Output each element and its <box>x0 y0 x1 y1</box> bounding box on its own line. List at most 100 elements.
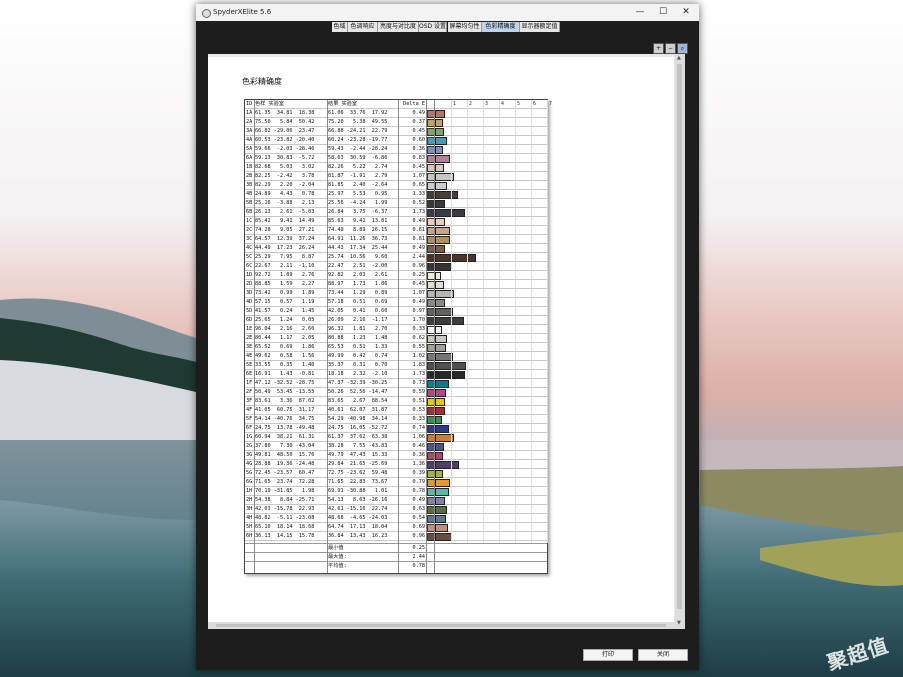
row-delta-e: 1.02 <box>412 353 426 359</box>
grid-line <box>547 100 548 543</box>
grid-line <box>467 100 468 543</box>
report-title: 色彩精确度 <box>242 77 282 86</box>
delta-e-bar <box>435 272 441 280</box>
row-delta-e: 0.45 <box>412 281 426 287</box>
summary-label: 最小值 <box>328 545 344 551</box>
tab-display-rating[interactable]: 显示器额定值 <box>520 22 560 32</box>
row-delta-e: 0.54 <box>412 515 426 521</box>
row-measured: 64.74 17.13 18.04 <box>328 524 388 530</box>
report-viewer[interactable]: 色彩精确度 ID 色样 实验室 结果 实验室 Delta E 1 2 3 4 5… <box>208 54 685 629</box>
axis-tick: 7 <box>549 101 553 107</box>
row-reference: 57.15 0.57 1.19 <box>255 299 315 305</box>
close-button[interactable]: 关闭 <box>638 649 688 661</box>
table-row: 3F 83.61 3.36 87.02 83.65 2.67 88.54 0.51 <box>245 397 547 406</box>
delta-e-bar <box>435 218 445 226</box>
row-id: 1F <box>246 380 253 386</box>
row-delta-e: 1.73 <box>412 209 426 215</box>
header-delta-e: Delta E <box>403 101 425 107</box>
window-title: SpyderXElite 5.6 <box>213 8 272 16</box>
zoom-in-icon[interactable]: + <box>653 43 664 54</box>
print-button[interactable]: 打印 <box>583 649 633 661</box>
delta-e-bar <box>435 245 445 253</box>
close-window-button[interactable]: ✕ <box>676 7 696 18</box>
scroll-down-icon[interactable]: ▼ <box>677 620 681 626</box>
row-delta-e: 0.45 <box>412 128 426 134</box>
row-measured: 59.43 -2.44 -28.24 <box>328 146 388 152</box>
summary-row: 最小值 0.25 <box>245 543 547 552</box>
vertical-scrollbar[interactable]: ▲ ▼ <box>675 54 685 629</box>
delta-e-bar <box>435 137 447 145</box>
table-row: 5F 54.14 -40.76 34.75 54.29 -40.98 34.14 0.… <box>245 415 547 424</box>
row-id: 3D <box>246 290 253 296</box>
row-id: 6D <box>246 317 253 323</box>
tab-brightness-contrast[interactable]: 亮度与对比度 <box>378 22 419 32</box>
tab-uniformity[interactable]: 屏幕均匀性 <box>448 22 482 32</box>
row-reference: 41.05 60.75 31.17 <box>255 407 315 413</box>
maximize-button[interactable]: ☐ <box>653 7 673 18</box>
vertical-scroll-thumb[interactable] <box>677 64 682 609</box>
row-delta-e: 1.06 <box>412 434 426 440</box>
row-id: 1H <box>246 488 253 494</box>
row-measured: 49.79 47.43 15.33 <box>328 452 388 458</box>
summary-label: 最大值: <box>328 554 347 560</box>
table-row: 4D 57.15 0.57 1.19 57.18 0.51 0.69 0.49 <box>245 298 547 307</box>
minimize-button[interactable]: — <box>630 7 650 18</box>
horizontal-scrollbar[interactable] <box>208 622 675 629</box>
delta-e-bar <box>435 326 443 334</box>
zoom-fit-icon[interactable]: ⌕ <box>677 43 688 54</box>
row-id: 3G <box>246 452 253 458</box>
table-row: 2F 50.49 53.45 -13.55 50.26 52.56 -14.47 0.… <box>245 388 547 397</box>
tab-tone-response[interactable]: 色调响应 <box>348 22 378 32</box>
row-id: 5G <box>246 470 253 476</box>
title-bar[interactable]: SpyderXElite 5.6 — ☐ ✕ <box>196 4 699 21</box>
delta-e-bar <box>435 209 465 217</box>
row-measured: 83.65 2.67 88.54 <box>328 398 388 404</box>
color-accuracy-table: ID 色样 实验室 结果 实验室 Delta E 1 2 3 4 5 6 7 1… <box>244 99 552 574</box>
row-delta-e: 0.59 <box>412 389 426 395</box>
table-row: 4E 49.62 0.58 1.56 49.99 0.42 0.74 1.02 <box>245 352 547 361</box>
table-row: 6B 26.13 2.61 -5.03 26.84 3.75 -6.37 1.73 <box>245 208 547 217</box>
row-measured: 58.63 30.59 -6.86 <box>328 155 388 161</box>
row-delta-e: 0.97 <box>412 308 426 314</box>
row-delta-e: 0.49 <box>412 299 426 305</box>
table-row: 6A 59.13 30.83 -5.72 58.63 30.59 -6.86 0.83 <box>245 154 547 163</box>
row-measured: 96.32 1.81 2.70 <box>328 326 388 332</box>
tab-osd-settings[interactable]: OSD 设置 <box>419 22 447 32</box>
row-reference: 80.44 1.17 2.05 <box>255 335 315 341</box>
row-id: 4C <box>246 245 253 251</box>
report-page: 色彩精确度 ID 色样 实验室 结果 实验室 Delta E 1 2 3 4 5… <box>208 57 674 622</box>
table-row: 1A 61.35 34.81 18.38 61.06 33.76 17.92 0.49 <box>245 109 547 118</box>
row-reference: 42.03 -15.78 22.93 <box>255 506 315 512</box>
row-id: 5A <box>246 146 253 152</box>
row-delta-e: 0.83 <box>412 155 426 161</box>
app-icon <box>202 9 211 18</box>
row-measured: 73.44 1.29 0.89 <box>328 290 388 296</box>
delta-e-bar <box>435 191 459 199</box>
row-measured: 60.24 -23.28 -19.77 <box>328 137 388 143</box>
grid-line <box>451 100 452 543</box>
delta-e-bar <box>435 281 445 289</box>
delta-e-bar <box>435 515 446 523</box>
scroll-up-icon[interactable]: ▲ <box>677 55 681 61</box>
row-measured: 81.85 2.40 -2.64 <box>328 182 388 188</box>
row-reference: 48.82 -5.11 -23.08 <box>255 515 315 521</box>
horizontal-scroll-thumb[interactable] <box>216 624 666 627</box>
table-row: 5A 59.66 -2.03 -28.46 59.43 -2.44 -28.24 0.… <box>245 145 547 154</box>
row-delta-e: 0.52 <box>412 200 426 206</box>
row-id: 3E <box>246 344 253 350</box>
table-row: 6F 24.75 13.78 -49.48 24.75 16.05 -52.72 0.… <box>245 424 547 433</box>
grid-line <box>499 100 500 543</box>
row-delta-e: 0.81 <box>412 227 426 233</box>
row-measured: 71.65 22.83 73.67 <box>328 479 388 485</box>
tab-gamut[interactable]: 色域 <box>332 22 348 32</box>
zoom-out-icon[interactable]: − <box>665 43 676 54</box>
row-reference: 83.61 3.36 87.02 <box>255 398 315 404</box>
row-reference: 60.53 -23.82 -20.40 <box>255 137 315 143</box>
tab-color-accuracy[interactable]: 色彩精确度 <box>482 22 520 32</box>
row-delta-e: 0.96 <box>412 263 426 269</box>
row-reference: 54.38 8.84 -25.71 <box>255 497 315 503</box>
row-reference: 60.94 38.21 61.31 <box>255 434 315 440</box>
row-measured: 25.56 -4.24 1.99 <box>328 200 388 206</box>
row-reference: 92.72 1.89 2.76 <box>255 272 315 278</box>
row-measured: 50.26 52.56 -14.47 <box>328 389 388 395</box>
